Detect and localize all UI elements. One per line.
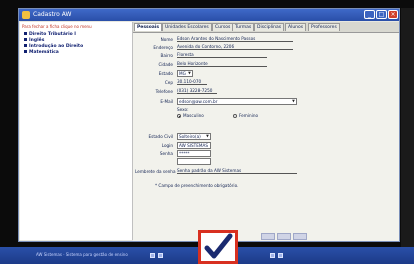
taskbar-text: AW Sistemas · Sistema para gestão de ens… (36, 252, 128, 257)
tree-item-label: Inglês (29, 38, 45, 43)
taskbar-app-icon[interactable] (150, 253, 155, 258)
form-panel: Nome Edson Arantes do Nascimento Passos … (133, 33, 399, 241)
tab-unidades-escolares[interactable]: Unidades Escolares (162, 23, 212, 31)
minimize-button[interactable]: _ (364, 10, 375, 19)
email-select[interactable]: edson@aw.com.br ▼ (177, 98, 297, 105)
tree-item-label: Introdução ao Direito (29, 44, 84, 49)
lembrete-field[interactable]: Senha padrão da AW Sistemas (177, 168, 297, 174)
form-buttons (133, 231, 399, 241)
title-bar[interactable]: Cadastro AW _ □ × (19, 9, 399, 21)
chevron-down-icon: ▼ (206, 134, 209, 138)
tab-cursos[interactable]: Cursos (212, 23, 234, 31)
checkmark-logo (198, 230, 238, 264)
tray-icon[interactable] (270, 253, 275, 258)
login-field[interactable]: AW SISTEMAS (177, 142, 211, 149)
maximize-button[interactable]: □ (376, 10, 387, 19)
estado-civil-select[interactable]: Solteiro(a) ▼ (177, 133, 211, 140)
estado-label: Estado (158, 71, 173, 76)
sidebar-tree: Para fechar a ficha clique no menu Direi… (20, 22, 133, 240)
cidade-field[interactable]: Belo Horizonte (177, 61, 267, 67)
bullet-icon (24, 44, 27, 47)
bairro-label: Bairro (160, 53, 173, 58)
telefone-field[interactable]: (031) 3228-7250 (177, 88, 217, 94)
tree-item-label: Matemática (29, 50, 59, 55)
sexo-masculino-radio[interactable] (177, 114, 181, 118)
endereco-field[interactable]: Avenida do Contorno, 2206 (177, 44, 293, 50)
nome-label: Nome (160, 37, 173, 42)
senha-confirm-field[interactable] (177, 158, 211, 165)
telefone-label: Telefone (155, 89, 173, 94)
bairro-field[interactable]: Floresta (177, 52, 267, 58)
tree-item-matematica[interactable]: Matemática (24, 50, 59, 55)
senha-field[interactable]: ***** (177, 150, 211, 157)
tray-icon[interactable] (278, 253, 283, 258)
sexo-feminino-radio[interactable] (233, 114, 237, 118)
estado-value: MG (179, 71, 186, 76)
estado-select[interactable]: MG ▼ (177, 70, 193, 77)
close-icon: × (390, 11, 396, 18)
chevron-down-icon: ▼ (292, 99, 295, 103)
app-window: Cadastro AW _ □ × Para fechar a ficha cl… (18, 8, 400, 242)
tree-item-label: Direito Tributário I (29, 32, 76, 37)
maximize-icon: □ (378, 11, 385, 18)
right-edge (401, 8, 414, 248)
email-value: edson@aw.com.br (179, 99, 218, 104)
endereco-label: Endereço (153, 45, 173, 50)
email-label: E-Mail (160, 99, 173, 104)
cidade-label: Cidade (158, 62, 173, 67)
close-button[interactable]: × (388, 10, 398, 19)
bullet-icon (24, 32, 27, 35)
checkmark-logo-icon (204, 233, 233, 259)
form-action-button[interactable] (277, 233, 291, 240)
lembrete-label: Lembrete da senha (135, 169, 176, 174)
estado-civil-label: Estado Civil (148, 134, 173, 139)
login-label: Login (161, 143, 173, 148)
form-action-button[interactable] (293, 233, 307, 240)
form-action-button[interactable] (261, 233, 275, 240)
bullet-icon (24, 38, 27, 41)
tab-disciplinas[interactable]: Disciplinas (254, 23, 285, 31)
tab-pessoais[interactable]: Pessoais (134, 23, 163, 31)
sexo-feminino-label: Feminino (239, 113, 259, 118)
tab-professores[interactable]: Professores (308, 23, 340, 31)
app-icon (22, 11, 30, 19)
senha-label: Senha (159, 151, 173, 156)
tree-item-ingles[interactable]: Inglês (24, 38, 44, 43)
tab-bar: Pessoais Unidades Escolares Cursos Turma… (133, 22, 399, 33)
sexo-label: Sexo: (177, 107, 189, 112)
sexo-masculino-label: Masculino (183, 113, 204, 118)
required-note: * Campo de preenchimento obrigatório. (155, 183, 239, 188)
tab-alunos[interactable]: Alunos (285, 23, 307, 31)
window-title: Cadastro AW (33, 11, 72, 18)
cep-label: Cep (164, 80, 173, 85)
nome-field[interactable]: Edson Arantes do Nascimento Passos (177, 36, 293, 42)
minimize-icon: _ (368, 11, 371, 18)
tab-turmas[interactable]: Turmas (232, 23, 255, 31)
tree-item-direito-tributario[interactable]: Direito Tributário I (24, 32, 76, 37)
tree-item-introducao[interactable]: Introdução ao Direito (24, 44, 83, 49)
taskbar-app-icon[interactable] (158, 253, 163, 258)
bullet-icon (24, 50, 27, 53)
screen: Cadastro AW _ □ × Para fechar a ficha cl… (0, 0, 414, 264)
chevron-down-icon: ▼ (188, 71, 191, 75)
estado-civil-value: Solteiro(a) (179, 134, 201, 139)
sidebar-header: Para fechar a ficha clique no menu (22, 24, 92, 29)
cep-field[interactable]: 30.110-070 (177, 79, 207, 85)
